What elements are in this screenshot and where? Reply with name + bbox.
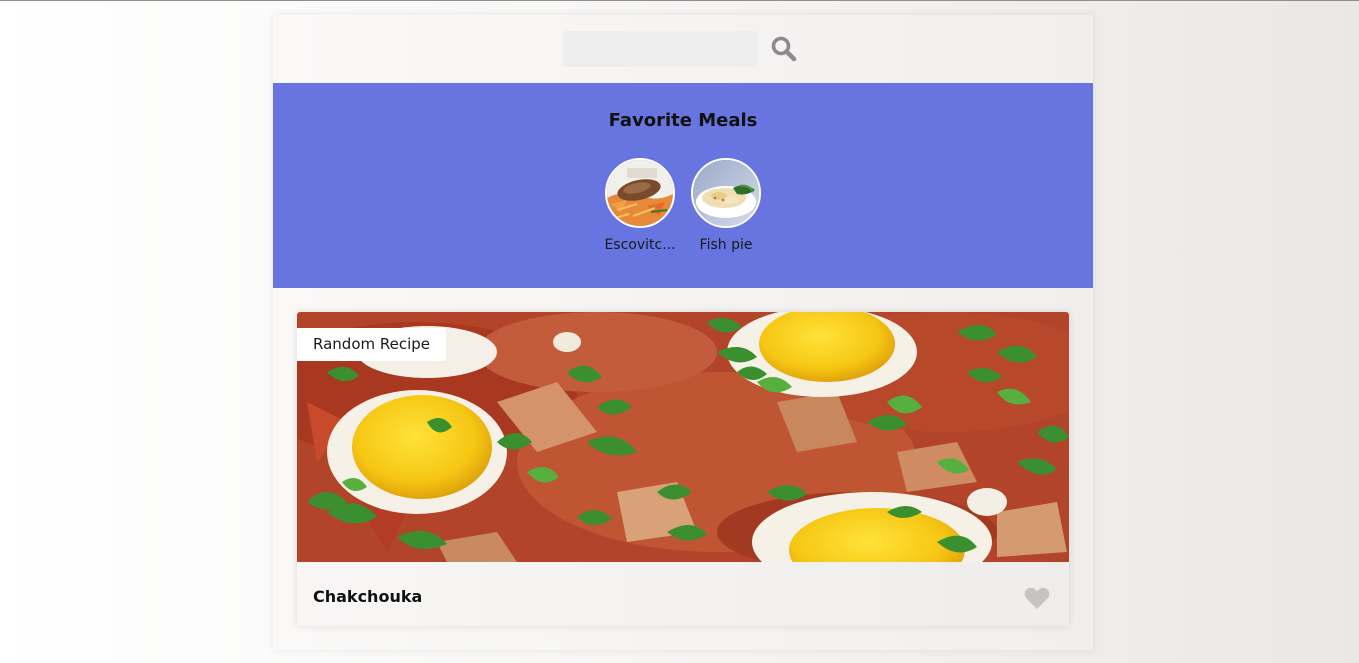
random-meal-card: Random Recipe Chakchouka [297, 312, 1069, 626]
favorite-meal-name: Fish pie [699, 237, 753, 253]
favorite-meal-item[interactable]: Fish pie [691, 158, 761, 253]
heart-icon [1024, 587, 1050, 609]
random-recipe-tag: Random Recipe [297, 328, 447, 361]
favorite-meals-title: Favorite Meals [608, 110, 758, 131]
favorite-meals-list: Escovitc... Fish pie [273, 158, 1093, 253]
search-icon [771, 36, 797, 62]
favorite-meal-name: Escovitc... [604, 237, 676, 253]
window-top-border [0, 0, 1359, 1]
search-header [273, 15, 1093, 83]
favorite-meal-item[interactable]: Escovitc... [604, 158, 676, 253]
favorite-meals-section: Favorite Meals Escovitc... Fish pie [273, 83, 1093, 288]
search-button[interactable] [769, 34, 799, 64]
meal-title: Chakchouka [313, 587, 423, 606]
escovitch-fish-thumbnail [605, 158, 675, 228]
search-input[interactable] [563, 31, 758, 67]
app-container: Favorite Meals Escovitc... Fish pie Rand… [273, 15, 1093, 650]
meal-card-footer: Chakchouka [297, 562, 1069, 626]
fish-pie-thumbnail [691, 158, 761, 228]
favorite-button[interactable] [1024, 586, 1050, 610]
